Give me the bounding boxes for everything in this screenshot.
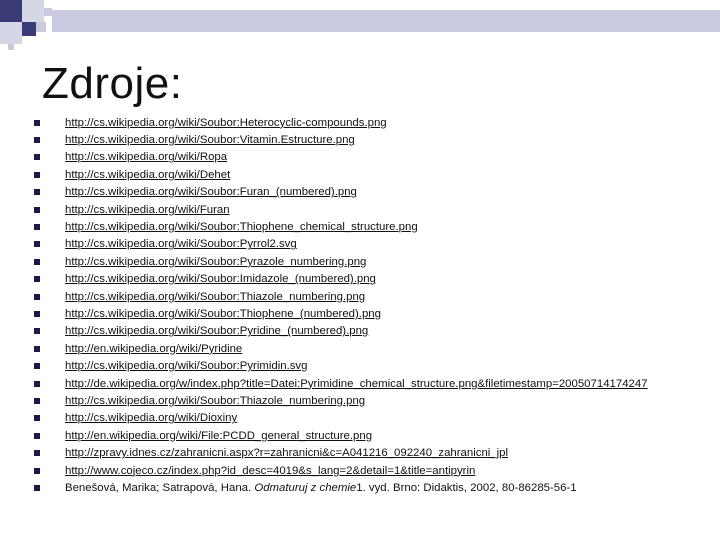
bullet-icon — [34, 484, 40, 491]
source-link[interactable]: http://cs.wikipedia.org/wiki/Dehet — [65, 169, 230, 181]
source-item: http://cs.wikipedia.org/wiki/Dehet — [34, 166, 714, 183]
source-link[interactable]: http://cs.wikipedia.org/wiki/Ropa — [65, 151, 227, 163]
source-link[interactable]: http://de.wikipedia.org/w/index.php?titl… — [65, 378, 648, 390]
source-link[interactable]: http://cs.wikipedia.org/wiki/Soubor:Thio… — [65, 308, 381, 320]
bullet-icon — [34, 328, 40, 335]
source-item: http://en.wikipedia.org/wiki/Pyridine — [34, 340, 714, 357]
source-link[interactable]: http://cs.wikipedia.org/wiki/Soubor:Hete… — [65, 117, 387, 129]
bullet-icon — [34, 189, 40, 196]
source-link[interactable]: http://cs.wikipedia.org/wiki/Soubor:Thia… — [65, 395, 365, 407]
slide-title: Zdroje: — [42, 59, 183, 108]
source-link[interactable]: http://zpravy.idnes.cz/zahranicni.aspx?r… — [65, 447, 508, 459]
source-link[interactable]: http://cs.wikipedia.org/wiki/Soubor:Pyri… — [65, 325, 368, 337]
source-link[interactable]: http://cs.wikipedia.org/wiki/Soubor:Pyra… — [65, 256, 366, 268]
source-item: http://cs.wikipedia.org/wiki/Soubor:Pyra… — [34, 253, 714, 270]
bullet-icon — [34, 276, 40, 283]
source-item: http://cs.wikipedia.org/wiki/Soubor:Hete… — [34, 114, 714, 131]
source-link[interactable]: http://cs.wikipedia.org/wiki/Soubor:Pyrr… — [65, 238, 297, 250]
source-item: http://zpravy.idnes.cz/zahranicni.aspx?r… — [34, 444, 714, 461]
source-item: http://cs.wikipedia.org/wiki/Soubor:Pyrr… — [34, 236, 714, 253]
bullet-icon — [34, 310, 40, 317]
source-item: http://cs.wikipedia.org/wiki/Soubor:Thia… — [34, 288, 714, 305]
source-item: http://www.cojeco.cz/index.php?id_desc=4… — [34, 462, 714, 479]
bullet-icon — [34, 363, 40, 370]
bullet-icon — [34, 380, 40, 387]
bullet-icon — [34, 137, 40, 144]
book-details: 1. vyd. Brno: Didaktis, 2002, 80-86285-5… — [356, 481, 577, 494]
bullet-icon — [34, 224, 40, 231]
bullet-icon — [34, 258, 40, 265]
book-reference: Benešová, Marika; Satrapová, Hana. Odmat… — [65, 482, 577, 494]
book-authors: Benešová, Marika; Satrapová, Hana. — [65, 481, 252, 494]
source-item: http://cs.wikipedia.org/wiki/Soubor:Vita… — [34, 131, 714, 148]
source-item: http://cs.wikipedia.org/wiki/Furan — [34, 201, 714, 218]
source-link[interactable]: http://cs.wikipedia.org/wiki/Furan — [65, 204, 230, 216]
bullet-icon — [34, 241, 40, 248]
source-item: http://cs.wikipedia.org/wiki/Soubor:Imid… — [34, 271, 714, 288]
source-link[interactable]: http://en.wikipedia.org/wiki/Pyridine — [65, 343, 242, 355]
source-link[interactable]: http://cs.wikipedia.org/wiki/Soubor:Imid… — [65, 273, 376, 285]
source-item: http://de.wikipedia.org/w/index.php?titl… — [34, 375, 714, 392]
source-item: http://en.wikipedia.org/wiki/File:PCDD_g… — [34, 427, 714, 444]
source-link[interactable]: http://www.cojeco.cz/index.php?id_desc=4… — [65, 465, 475, 477]
bullet-icon — [34, 432, 40, 439]
source-link[interactable]: http://cs.wikipedia.org/wiki/Soubor:Thia… — [65, 291, 365, 303]
bullet-icon — [34, 345, 40, 352]
source-item: http://cs.wikipedia.org/wiki/Soubor:Thio… — [34, 218, 714, 235]
sources-list: http://cs.wikipedia.org/wiki/Soubor:Hete… — [34, 114, 714, 497]
slide-decoration — [0, 0, 720, 50]
bullet-icon — [34, 467, 40, 474]
book-title: Odmaturuj z chemie — [254, 481, 357, 494]
bullet-icon — [34, 171, 40, 178]
source-item: http://cs.wikipedia.org/wiki/Soubor:Thio… — [34, 305, 714, 322]
bullet-icon — [34, 397, 40, 404]
bullet-icon — [34, 415, 40, 422]
source-link[interactable]: http://cs.wikipedia.org/wiki/Soubor:Fura… — [65, 186, 357, 198]
source-link[interactable]: http://cs.wikipedia.org/wiki/Soubor:Pyri… — [65, 360, 307, 372]
source-item: http://cs.wikipedia.org/wiki/Soubor:Fura… — [34, 184, 714, 201]
book-reference-item: Benešová, Marika; Satrapová, Hana. Odmat… — [34, 479, 714, 496]
bullet-icon — [34, 293, 40, 300]
bullet-icon — [34, 206, 40, 213]
source-link[interactable]: http://en.wikipedia.org/wiki/File:PCDD_g… — [65, 430, 372, 442]
source-link[interactable]: http://cs.wikipedia.org/wiki/Soubor:Vita… — [65, 134, 355, 146]
source-item: http://cs.wikipedia.org/wiki/Soubor:Thia… — [34, 392, 714, 409]
bullet-icon — [34, 450, 40, 457]
source-link[interactable]: http://cs.wikipedia.org/wiki/Soubor:Thio… — [65, 221, 418, 233]
source-item: http://cs.wikipedia.org/wiki/Dioxiny — [34, 410, 714, 427]
source-item: http://cs.wikipedia.org/wiki/Soubor:Pyri… — [34, 357, 714, 374]
bullet-icon — [34, 119, 40, 126]
source-link[interactable]: http://cs.wikipedia.org/wiki/Dioxiny — [65, 412, 237, 424]
source-item: http://cs.wikipedia.org/wiki/Ropa — [34, 149, 714, 166]
bullet-icon — [34, 154, 40, 161]
source-item: http://cs.wikipedia.org/wiki/Soubor:Pyri… — [34, 323, 714, 340]
